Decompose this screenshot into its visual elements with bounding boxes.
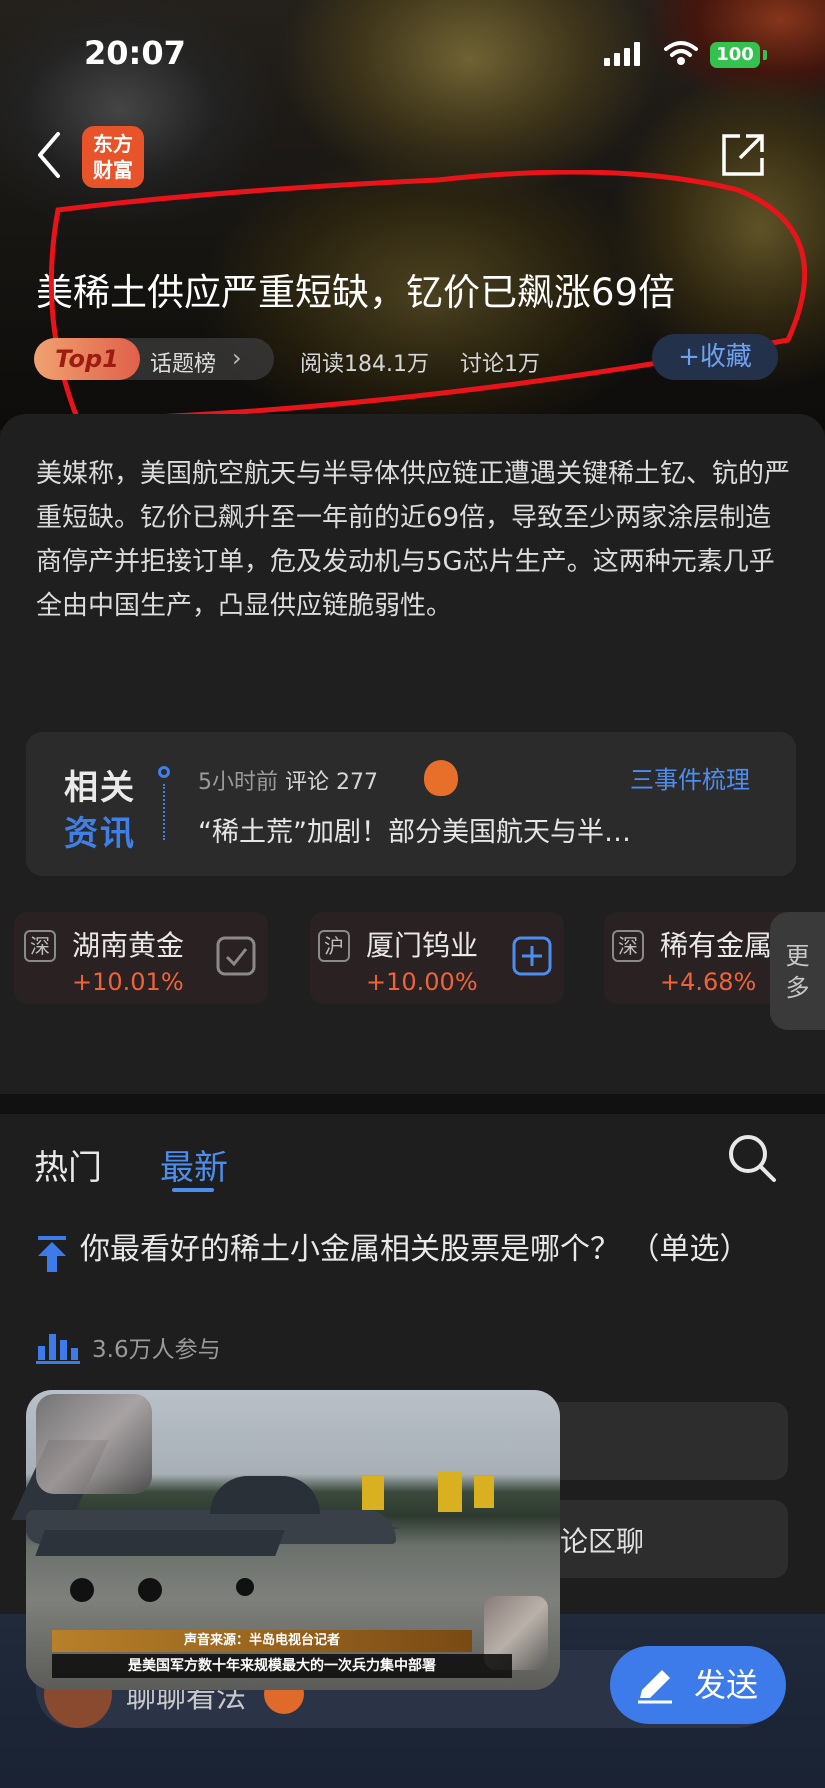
video-jet-wing xyxy=(35,1530,285,1556)
logo-line1: 东方 xyxy=(93,132,133,156)
added-check-icon[interactable] xyxy=(216,936,256,976)
news-meta: 5小时前 评论 277 xyxy=(198,764,378,796)
market-badge: 深 xyxy=(612,930,644,962)
pencil-icon xyxy=(638,1670,672,1704)
top1-badge: Top1 xyxy=(34,338,140,380)
news-headline[interactable]: “稀土荒”加剧！部分美国航天与半… xyxy=(198,810,631,849)
topic-description: 美媒称，美国航空航天与半导体供应链正遭遇关键稀土钇、钪的严重短缺。钇价已飙升至一… xyxy=(36,459,791,621)
wifi-icon xyxy=(664,41,698,65)
tab-latest[interactable]: 最新 xyxy=(160,1140,228,1189)
cellular-signal-icon xyxy=(604,42,640,66)
video-barrier xyxy=(474,1476,494,1508)
stock-change: +10.00% xyxy=(366,968,478,996)
stock-name: 厦门钨业 xyxy=(366,929,479,962)
tab-active-indicator xyxy=(172,1188,214,1192)
news-comment-count: 277 xyxy=(336,770,379,795)
related-news-logo-top: 相关 xyxy=(64,768,136,808)
battery-indicator: 100 xyxy=(710,42,760,68)
discussion-count: 讨论1万 xyxy=(460,352,540,377)
poll-question[interactable]: 你最看好的稀土小金属相关股票是哪个？ （单选） xyxy=(80,1226,800,1274)
video-wheel xyxy=(236,1578,254,1596)
red-annotation-oval xyxy=(48,170,808,423)
stock-name: 湖南黄金 xyxy=(72,929,185,962)
event-timeline-link[interactable]: 三事件梳理 xyxy=(630,760,750,795)
video-barrier xyxy=(362,1476,384,1510)
video-wheel xyxy=(138,1578,162,1602)
poll-participants: 3.6万人参与 xyxy=(92,1337,221,1363)
news-comment-label: 评论 xyxy=(285,770,330,795)
hot-fire-icon xyxy=(424,760,458,796)
video-wheel xyxy=(70,1578,94,1602)
section-divider xyxy=(0,1094,825,1114)
video-caption-main: 是美国军方数十年来规模最大的一次兵力集中部署 xyxy=(52,1654,512,1678)
battery-tip xyxy=(763,50,767,60)
related-news-card[interactable] xyxy=(26,732,796,876)
tab-hot[interactable]: 热门 xyxy=(34,1140,102,1189)
poll-option-2-text: 论区聊 xyxy=(560,1525,645,1558)
add-stock-icon[interactable] xyxy=(512,936,552,976)
stock-change: +4.68% xyxy=(660,968,757,996)
video-blurred-overlay xyxy=(36,1394,152,1494)
market-badge: 沪 xyxy=(318,930,350,962)
video-caption-source: 声音来源：半岛电视台记者 xyxy=(52,1630,472,1652)
bar-chart-icon xyxy=(36,1334,80,1364)
video-barrier xyxy=(438,1472,462,1512)
stock-name: 稀有金属 xyxy=(660,929,773,962)
video-jet-canopy xyxy=(210,1476,320,1514)
ranking-label: 话题榜 xyxy=(150,352,217,377)
status-time: 20:07 xyxy=(84,34,186,72)
stock-change: +10.01% xyxy=(72,968,184,996)
more-label: 更多 xyxy=(785,942,810,1002)
search-icon[interactable] xyxy=(726,1132,778,1184)
news-time: 5小时前 xyxy=(198,770,278,795)
more-stocks-button[interactable]: 更多 xyxy=(770,912,825,1030)
chevron-right-icon: › xyxy=(232,344,242,372)
market-badge: 深 xyxy=(24,930,56,962)
video-jet-nose xyxy=(330,1514,400,1542)
poll-upvote-icon xyxy=(38,1236,66,1272)
read-count: 阅读184.1万 xyxy=(300,352,429,377)
timeline-line xyxy=(163,784,165,840)
collect-button[interactable]: +收藏 xyxy=(652,334,778,380)
timeline-dot xyxy=(158,766,170,778)
related-news-logo-bottom: 资讯 xyxy=(64,814,136,854)
